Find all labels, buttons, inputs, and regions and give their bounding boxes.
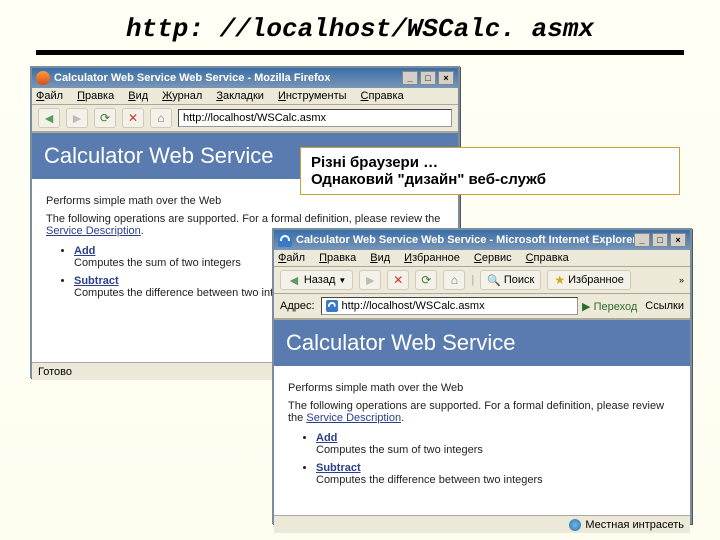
search-label: Поиск <box>504 274 534 286</box>
op-add-link[interactable]: Add <box>316 432 337 444</box>
firefox-title-text: Calculator Web Service Web Service - Moz… <box>54 72 402 84</box>
arrow-left-icon: ◄ <box>287 272 301 288</box>
op-subtract-link[interactable]: Subtract <box>74 275 119 287</box>
reload-icon: ⟳ <box>421 273 431 287</box>
minimize-button[interactable]: _ <box>634 233 650 247</box>
ie-menubar: Файл Правка Вид Избранное Сервис Справка <box>274 250 690 267</box>
zone-icon <box>569 519 581 531</box>
minimize-button[interactable]: _ <box>402 71 418 85</box>
back-label: Назад <box>304 274 336 286</box>
menu-favorites[interactable]: Избранное <box>404 252 460 264</box>
ops-intro-b: . <box>141 225 144 237</box>
close-button[interactable]: × <box>438 71 454 85</box>
overflow-chevron[interactable]: » <box>679 275 684 285</box>
tagline: Performs simple math over the Web <box>46 195 444 207</box>
ie-content: Calculator Web Service Performs simple m… <box>274 319 690 515</box>
list-item: Add Computes the sum of two integers <box>316 432 676 456</box>
ops-intro-a: The following operations are supported. … <box>46 213 440 225</box>
stop-icon: ✕ <box>128 111 138 125</box>
list-item: Subtract Computes the difference between… <box>316 462 676 486</box>
firefox-toolbar: ◄ ► ⟳ ✕ ⌂ http://localhost/WSCalc.asmx <box>32 105 458 132</box>
menu-bookmarks[interactable]: Закладки <box>216 90 264 102</box>
close-button[interactable]: × <box>670 233 686 247</box>
links-button[interactable]: Ссылки <box>645 300 684 312</box>
op-add-link[interactable]: Add <box>74 245 95 257</box>
forward-button[interactable]: ► <box>66 108 88 128</box>
callout-line2: Однаковий "дизайн" веб-служб <box>311 171 669 188</box>
ie-address-toolbar: Адрес: http://localhost/WSCalc.asmx ▶ Пе… <box>274 294 690 319</box>
tagline: Performs simple math over the Web <box>288 382 676 394</box>
menu-file[interactable]: Файл <box>36 90 63 102</box>
stop-button[interactable]: ✕ <box>387 270 409 290</box>
forward-button[interactable]: ► <box>359 270 381 290</box>
star-icon: ★ <box>554 273 565 287</box>
annotation-callout: Різні браузери … Однаковий "дизайн" веб-… <box>300 147 680 195</box>
menu-history[interactable]: Журнал <box>162 90 202 102</box>
back-button[interactable]: ◄ <box>38 108 60 128</box>
firefox-menubar: Файл Правка Вид Журнал Закладки Инструме… <box>32 88 458 105</box>
chevron-down-icon: ▼ <box>338 276 346 285</box>
home-icon: ⌂ <box>157 111 164 125</box>
operations-list: Add Computes the sum of two integers Sub… <box>316 432 676 486</box>
ie-icon <box>278 233 292 247</box>
op-subtract-link[interactable]: Subtract <box>316 462 361 474</box>
menu-file[interactable]: Файл <box>278 252 305 264</box>
menu-view[interactable]: Вид <box>370 252 390 264</box>
ie-window: Calculator Web Service Web Service - Mic… <box>272 228 692 524</box>
firefox-status-text: Готово <box>38 366 72 378</box>
maximize-button[interactable]: □ <box>420 71 436 85</box>
menu-service[interactable]: Сервис <box>474 252 512 264</box>
menu-tools[interactable]: Инструменты <box>278 90 347 102</box>
ie-statusbar: Местная интрасеть <box>274 515 690 533</box>
stop-button[interactable]: ✕ <box>122 108 144 128</box>
op-add-desc: Computes the sum of two integers <box>316 444 483 456</box>
op-subtract-desc: Computes the difference between two inte… <box>74 287 301 299</box>
title-underline <box>36 50 684 55</box>
ie-toolbar: ◄ Назад ▼ ► ✕ ⟳ ⌂ | 🔍 Поиск ★ Избранное … <box>274 267 690 294</box>
go-button[interactable]: ▶ Переход <box>582 300 637 313</box>
firefox-icon <box>36 71 50 85</box>
reload-button[interactable]: ⟳ <box>415 270 437 290</box>
service-description-link[interactable]: Service Description <box>306 412 401 424</box>
favorites-label: Избранное <box>568 274 624 286</box>
home-icon: ⌂ <box>451 273 458 287</box>
menu-help[interactable]: Справка <box>526 252 569 264</box>
zone-text: Местная интрасеть <box>585 519 684 531</box>
menu-edit[interactable]: Правка <box>77 90 114 102</box>
address-label: Адрес: <box>280 300 315 312</box>
ie-titlebar[interactable]: Calculator Web Service Web Service - Mic… <box>274 230 690 250</box>
arrow-right-icon: ► <box>363 272 377 288</box>
firefox-address-bar[interactable]: http://localhost/WSCalc.asmx <box>178 109 452 127</box>
ops-intro-b: . <box>401 412 404 424</box>
service-description-link[interactable]: Service Description <box>46 225 141 237</box>
ie-address-text: http://localhost/WSCalc.asmx <box>342 300 485 312</box>
ie-address-bar[interactable]: http://localhost/WSCalc.asmx <box>321 297 579 315</box>
ie-title-text: Calculator Web Service Web Service - Mic… <box>296 234 634 246</box>
menu-help[interactable]: Справка <box>361 90 404 102</box>
go-label: Переход <box>594 301 638 313</box>
menu-view[interactable]: Вид <box>128 90 148 102</box>
slide-title: http: //localhost/WSCalc. asmx <box>0 0 720 50</box>
op-add-desc: Computes the sum of two integers <box>74 257 241 269</box>
callout-line1: Різні браузери … <box>311 154 669 171</box>
menu-edit[interactable]: Правка <box>319 252 356 264</box>
search-icon: 🔍 <box>487 274 501 287</box>
search-button[interactable]: 🔍 Поиск <box>480 270 541 290</box>
home-button[interactable]: ⌂ <box>443 270 465 290</box>
reload-icon: ⟳ <box>100 111 110 125</box>
page-banner: Calculator Web Service <box>274 320 690 366</box>
page-icon <box>326 300 338 312</box>
maximize-button[interactable]: □ <box>652 233 668 247</box>
ops-intro: The following operations are supported. … <box>288 400 676 424</box>
stop-icon: ✕ <box>393 273 403 287</box>
home-button[interactable]: ⌂ <box>150 108 172 128</box>
back-button[interactable]: ◄ Назад ▼ <box>280 270 353 290</box>
op-subtract-desc: Computes the difference between two inte… <box>316 474 543 486</box>
arrow-left-icon: ◄ <box>42 110 56 126</box>
reload-button[interactable]: ⟳ <box>94 108 116 128</box>
firefox-address-text: http://localhost/WSCalc.asmx <box>183 112 326 124</box>
firefox-titlebar[interactable]: Calculator Web Service Web Service - Moz… <box>32 68 458 88</box>
favorites-button[interactable]: ★ Избранное <box>547 270 631 290</box>
arrow-right-icon: ► <box>70 110 84 126</box>
